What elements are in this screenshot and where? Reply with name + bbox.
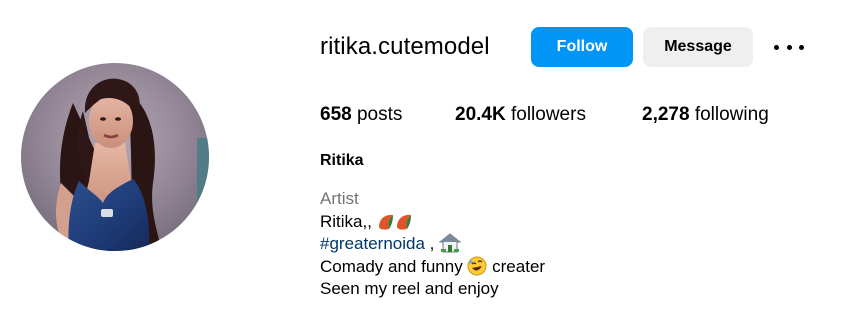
bio-line-2-separator: , [424, 234, 435, 253]
profile-bio: Artist Ritika,, #greaternoida , Comady a… [320, 188, 545, 301]
following-link[interactable]: 2,278 following [642, 103, 769, 127]
hashtag-link[interactable]: #greaternoida [320, 234, 425, 253]
more-dot [786, 44, 792, 50]
bio-line-4: Seen my reel and enjoy [320, 279, 499, 298]
more-options-icon[interactable] [774, 37, 804, 57]
posts-label: posts [351, 104, 403, 125]
profile-full-name: Ritika [320, 152, 364, 169]
profile-username: ritika.cutemodel [320, 33, 490, 60]
message-button[interactable]: Message [643, 27, 753, 67]
follow-button[interactable]: Follow [531, 27, 633, 67]
bio-line-1: Ritika,, [320, 211, 545, 234]
following-number: 2,278 [642, 104, 690, 125]
bio-line-1-text: Ritika,, [320, 211, 372, 231]
more-dot [799, 44, 804, 50]
bio-line-3-text-start: Comady and funny [320, 256, 468, 276]
posts-number: 658 [320, 104, 352, 125]
bio-line-2: #greaternoida , [320, 233, 545, 256]
followers-label: followers [505, 104, 586, 125]
avatar-photo-icon [21, 63, 209, 251]
posts-count: 658 posts [320, 103, 402, 127]
following-label: following [689, 104, 769, 125]
profile-header: ritika.cutemodel Follow Message 658 post… [0, 0, 849, 319]
more-dot [774, 44, 779, 50]
followers-number: 20.4K [455, 104, 506, 125]
profile-category: Artist [320, 189, 359, 208]
profile-avatar[interactable] [21, 63, 209, 251]
bio-line-3: Comady and funny creater [320, 256, 545, 279]
bio-line-3-text-end: creater [487, 256, 546, 276]
followers-link[interactable]: 20.4K followers [455, 103, 586, 127]
